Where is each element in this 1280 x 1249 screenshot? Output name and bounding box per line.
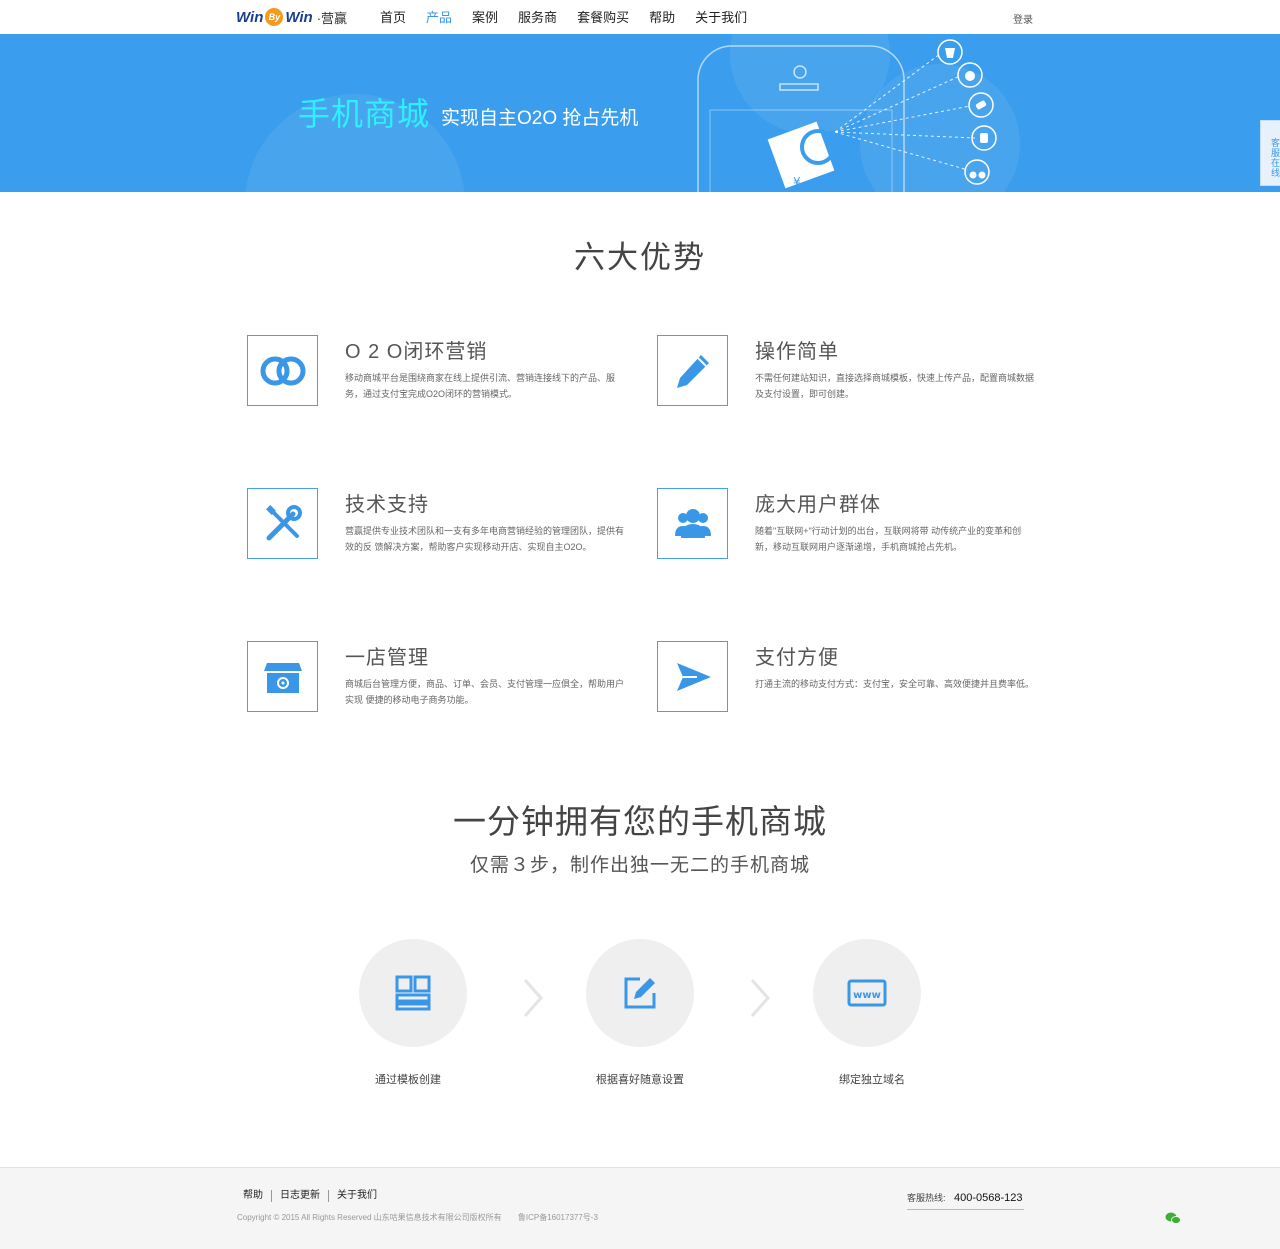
copyright: Copyright © 2015 All Rights Reserved 山东咕…	[237, 1213, 502, 1222]
feature-tech-support: 技术支持 营赢提供专业技术团队和一支有多年电商营销经验的管理团队，提供有效的反 …	[247, 488, 647, 568]
hero-banner: 手机商城 实现自主O2O 抢占先机 ¥	[0, 34, 1280, 192]
feature-description: 打通主流的移动支付方式：支付宝，安全可靠、高效便捷并且费率低。	[755, 679, 1035, 689]
hotline: 客服热线: 400-0568-123	[907, 1188, 1024, 1210]
nav-item-home[interactable]: 首页	[380, 9, 406, 26]
feature-icon-box	[657, 641, 728, 712]
www-icon: www	[847, 979, 887, 1007]
login-link[interactable]: 登录	[1013, 11, 1033, 26]
chevron-right-icon	[523, 979, 544, 1017]
step-circle-template	[359, 939, 467, 1047]
feature-description: 移动商城平台是围绕商家在线上提供引流、营销连接线下的产品、服务，通过支付宝完成O…	[345, 373, 616, 399]
feature-payment: 支付方便 打通主流的移动支付方式：支付宝，安全可靠、高效便捷并且费率低。	[657, 641, 1057, 721]
chevron-right-icon	[750, 979, 771, 1017]
feature-title: 庞大用户群体	[755, 494, 881, 516]
nav-item-providers[interactable]: 服务商	[518, 9, 557, 26]
main-nav: 首页 产品 案例 服务商 套餐购买 帮助 关于我们	[380, 9, 767, 26]
svg-text:¥: ¥	[793, 175, 801, 189]
icp-number: 鲁ICP备16017377号-3	[517, 1213, 598, 1222]
steps-subtitle: 仅需３步，制作出独一无二的手机商城	[469, 855, 810, 876]
feature-description: 商城后台管理方便，商品、订单、会员、支付管理一应俱全，帮助用户实现 便捷的移动电…	[345, 679, 625, 705]
feature-user-base: 庞大用户群体 随着"互联网+"行动计划的出台，互联网将带 动传统产业的变革和创新…	[657, 488, 1057, 568]
banner-subtitle: 实现自主O2O 抢占先机	[441, 108, 639, 129]
steps-title: 一分钟拥有您的手机商城	[453, 803, 827, 840]
logo-text-win-1: Win	[236, 8, 264, 26]
step-circle-domain: www	[813, 939, 921, 1047]
phone-illustration: ¥	[697, 39, 997, 192]
feature-title: 一店管理	[345, 647, 429, 669]
top-navigation-bar: Win By Win ·营赢 首页 产品 案例 服务商 套餐购买 帮助 关于我们…	[0, 0, 1280, 34]
footer-link-changelog[interactable]: 日志更新	[271, 1190, 328, 1202]
pencil-icon	[676, 354, 709, 388]
feature-title: 技术支持	[345, 494, 429, 516]
step-label: 绑定独立域名	[839, 1074, 905, 1086]
store-icon	[263, 662, 302, 693]
feature-description: 不需任何建站知识，直接选择商城模板，快速上传产品，配置商城数据及支付设置，即可创…	[755, 373, 1035, 399]
step-label: 根据喜好随意设置	[596, 1074, 684, 1086]
feature-description: 营赢提供专业技术团队和一支有多年电商营销经验的管理团队，提供有效的反 馈解决方案…	[345, 526, 625, 552]
svg-text:www: www	[853, 990, 881, 1001]
feature-icon-box	[247, 641, 318, 712]
copyright-text: Copyright © 2015 All Rights Reserved 山东咕…	[237, 1212, 598, 1223]
footer-link-help[interactable]: 帮助	[243, 1190, 271, 1202]
nav-item-products[interactable]: 产品	[426, 9, 452, 26]
logo-text-win-2: Win	[285, 8, 313, 26]
step-label: 通过模板创建	[375, 1074, 441, 1086]
banner-title: 手机商城	[298, 96, 431, 132]
nav-item-help[interactable]: 帮助	[649, 9, 675, 26]
footer-links: 帮助 日志更新 关于我们	[243, 1190, 385, 1202]
step-circle-customize	[586, 939, 694, 1047]
feature-title: 操作简单	[755, 341, 839, 363]
feature-description: 随着"互联网+"行动计划的出台，互联网将带 动传统产业的变革和创新，移动互联网用…	[755, 526, 1022, 552]
send-icon	[676, 662, 711, 691]
price-tag-icon: ¥	[767, 121, 836, 189]
tools-icon	[265, 504, 302, 540]
footer: 帮助 日志更新 关于我们 Copyright © 2015 All Rights…	[0, 1167, 1280, 1249]
wechat-icon[interactable]	[1165, 1212, 1181, 1224]
logo-by-badge: By	[265, 8, 284, 26]
rings-icon	[260, 356, 305, 385]
feature-o2o: O 2 O闭环营销 移动商城平台是围绕商家在线上提供引流、营销连接线下的产品、服…	[247, 335, 647, 415]
users-icon	[674, 508, 711, 538]
feature-icon-box	[247, 335, 318, 406]
template-icon	[395, 975, 431, 1011]
nav-item-about[interactable]: 关于我们	[695, 9, 747, 26]
edit-icon	[624, 977, 656, 1009]
logo-text-cn: ·营赢	[316, 10, 348, 26]
hotline-number: 400-0568-123	[953, 1192, 1023, 1204]
nav-item-cases[interactable]: 案例	[472, 9, 498, 26]
feature-title: 支付方便	[755, 647, 839, 669]
feature-title: O 2 O闭环营销	[345, 341, 488, 363]
advantages-title: 六大优势	[574, 240, 706, 275]
feature-easy-operation: 操作简单 不需任何建站知识，直接选择商城模板，快速上传产品，配置商城数据及支付设…	[657, 335, 1057, 415]
hotline-label: 客服热线:	[907, 1193, 946, 1203]
feature-icon-box	[657, 335, 728, 406]
feature-icon-box	[247, 488, 318, 559]
footer-link-about[interactable]: 关于我们	[328, 1190, 385, 1202]
feature-store-management: 一店管理 商城后台管理方便，商品、订单、会员、支付管理一应俱全，帮助用户实现 便…	[247, 641, 647, 721]
online-service-tab[interactable]: 客服在线	[1260, 120, 1280, 186]
feature-icon-box	[657, 488, 728, 559]
nav-item-packages[interactable]: 套餐购买	[577, 9, 629, 26]
logo[interactable]: Win By Win ·营赢	[236, 6, 347, 28]
